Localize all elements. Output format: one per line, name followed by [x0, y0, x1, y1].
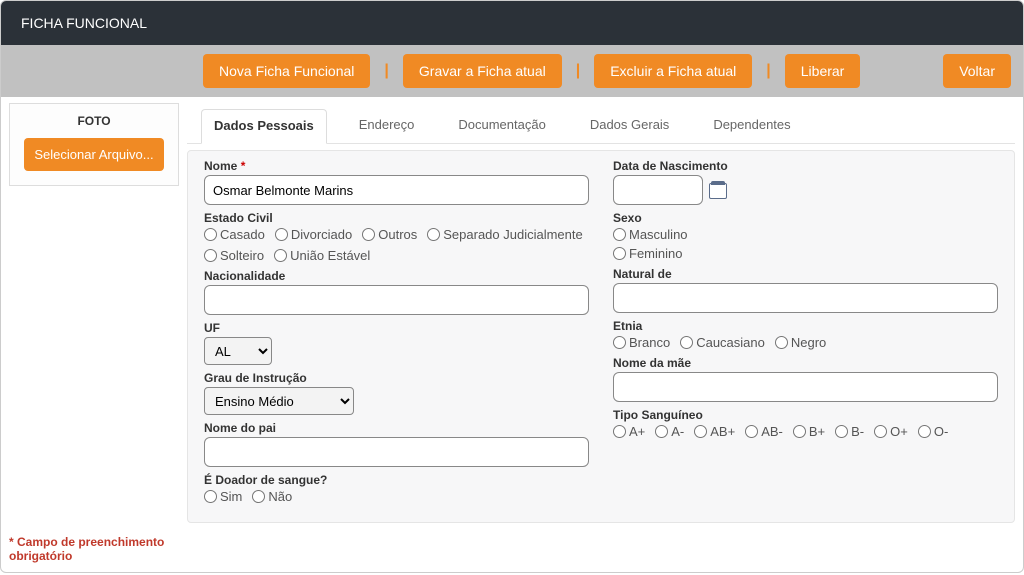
uf-label: UF — [204, 321, 589, 335]
tab-documentacao[interactable]: Documentação — [446, 109, 557, 143]
tab-dependentes[interactable]: Dependentes — [701, 109, 802, 143]
sanguineo-label: Tipo Sanguíneo — [613, 408, 998, 422]
nova-ficha-button[interactable]: Nova Ficha Funcional — [203, 54, 370, 88]
pai-label: Nome do pai — [204, 421, 589, 435]
app-container: FICHA FUNCIONAL Nova Ficha Funcional | G… — [0, 0, 1024, 573]
field-pai: Nome do pai — [204, 421, 589, 467]
radio-divorciado[interactable]: Divorciado — [275, 227, 352, 242]
field-mae: Nome da mãe — [613, 356, 998, 402]
radio-ab-neg[interactable]: AB- — [745, 424, 783, 439]
field-nome: Nome * — [204, 159, 589, 205]
nome-input[interactable] — [204, 175, 589, 205]
doador-radios: Sim Não — [204, 489, 589, 504]
form-col-right: Data de Nascimento Sexo Masculino Femini… — [613, 159, 998, 510]
radio-a-pos[interactable]: A+ — [613, 424, 645, 439]
radio-uniao[interactable]: União Estável — [274, 248, 370, 263]
field-nacionalidade: Nacionalidade — [204, 269, 589, 315]
gravar-button[interactable]: Gravar a Ficha atual — [403, 54, 562, 88]
radio-o-pos[interactable]: O+ — [874, 424, 908, 439]
radio-doador-sim[interactable]: Sim — [204, 489, 242, 504]
radio-o-neg[interactable]: O- — [918, 424, 948, 439]
pai-input[interactable] — [204, 437, 589, 467]
estado-civil-radios: Casado Divorciado Outros Separado Judici… — [204, 227, 589, 263]
radio-branco[interactable]: Branco — [613, 335, 670, 350]
radio-outros[interactable]: Outros — [362, 227, 417, 242]
divider: | — [762, 62, 774, 80]
nacionalidade-label: Nacionalidade — [204, 269, 589, 283]
radio-solteiro[interactable]: Solteiro — [204, 248, 264, 263]
selecionar-arquivo-button[interactable]: Selecionar Arquivo... — [24, 138, 163, 171]
sexo-label: Sexo — [613, 211, 998, 225]
required-note: * Campo de preenchimento obrigatório — [1, 531, 1023, 572]
page-header: FICHA FUNCIONAL — [1, 1, 1023, 45]
sexo-radios: Masculino Feminino — [613, 227, 998, 261]
radio-doador-nao[interactable]: Não — [252, 489, 292, 504]
radio-caucasiano[interactable]: Caucasiano — [680, 335, 765, 350]
mae-input[interactable] — [613, 372, 998, 402]
radio-separado[interactable]: Separado Judicialmente — [427, 227, 582, 242]
etnia-label: Etnia — [613, 319, 998, 333]
field-nascimento: Data de Nascimento — [613, 159, 998, 205]
natural-input[interactable] — [613, 283, 998, 313]
tabs: Dados Pessoais Endereço Documentação Dad… — [187, 103, 1015, 144]
divider: | — [572, 62, 584, 80]
field-doador: É Doador de sangue? Sim Não — [204, 473, 589, 504]
mae-label: Nome da mãe — [613, 356, 998, 370]
toolbar: Nova Ficha Funcional | Gravar a Ficha at… — [1, 45, 1023, 97]
grau-label: Grau de Instrução — [204, 371, 589, 385]
liberar-button[interactable]: Liberar — [785, 54, 861, 88]
field-sanguineo: Tipo Sanguíneo A+ A- AB+ AB- B+ B- O+ O- — [613, 408, 998, 439]
radio-b-pos[interactable]: B+ — [793, 424, 825, 439]
radio-masculino[interactable]: Masculino — [613, 227, 688, 242]
field-estado-civil: Estado Civil Casado Divorciado Outros Se… — [204, 211, 589, 263]
page-title: FICHA FUNCIONAL — [21, 15, 147, 31]
radio-a-neg[interactable]: A- — [655, 424, 684, 439]
content-body: FOTO Selecionar Arquivo... Dados Pessoai… — [1, 97, 1023, 531]
voltar-button[interactable]: Voltar — [943, 54, 1011, 88]
radio-feminino[interactable]: Feminino — [613, 246, 682, 261]
radio-casado[interactable]: Casado — [204, 227, 265, 242]
natural-label: Natural de — [613, 267, 998, 281]
uf-select[interactable]: AL — [204, 337, 272, 365]
radio-b-neg[interactable]: B- — [835, 424, 864, 439]
sidebar: FOTO Selecionar Arquivo... — [9, 103, 179, 186]
field-uf: UF AL — [204, 321, 589, 365]
field-sexo: Sexo Masculino Feminino — [613, 211, 998, 261]
tab-dados-pessoais[interactable]: Dados Pessoais — [201, 109, 327, 144]
field-grau: Grau de Instrução Ensino Médio — [204, 371, 589, 415]
calendar-icon[interactable] — [709, 181, 727, 199]
tab-dados-gerais[interactable]: Dados Gerais — [578, 109, 681, 143]
tab-endereco[interactable]: Endereço — [347, 109, 427, 143]
field-etnia: Etnia Branco Caucasiano Negro — [613, 319, 998, 350]
nacionalidade-input[interactable] — [204, 285, 589, 315]
nome-label: Nome * — [204, 159, 589, 173]
foto-label: FOTO — [18, 114, 170, 128]
radio-ab-pos[interactable]: AB+ — [694, 424, 735, 439]
divider: | — [380, 62, 392, 80]
etnia-radios: Branco Caucasiano Negro — [613, 335, 998, 350]
main-panel: Dados Pessoais Endereço Documentação Dad… — [187, 103, 1015, 523]
radio-negro[interactable]: Negro — [775, 335, 826, 350]
excluir-button[interactable]: Excluir a Ficha atual — [594, 54, 752, 88]
foto-box: FOTO Selecionar Arquivo... — [9, 103, 179, 186]
doador-label: É Doador de sangue? — [204, 473, 589, 487]
nascimento-input[interactable] — [613, 175, 703, 205]
grau-select[interactable]: Ensino Médio — [204, 387, 354, 415]
nascimento-label: Data de Nascimento — [613, 159, 998, 173]
form-area: Nome * Estado Civil Casado Divorciado Ou… — [187, 150, 1015, 523]
form-col-left: Nome * Estado Civil Casado Divorciado Ou… — [204, 159, 589, 510]
estado-civil-label: Estado Civil — [204, 211, 589, 225]
field-natural: Natural de — [613, 267, 998, 313]
sanguineo-radios: A+ A- AB+ AB- B+ B- O+ O- — [613, 424, 998, 439]
